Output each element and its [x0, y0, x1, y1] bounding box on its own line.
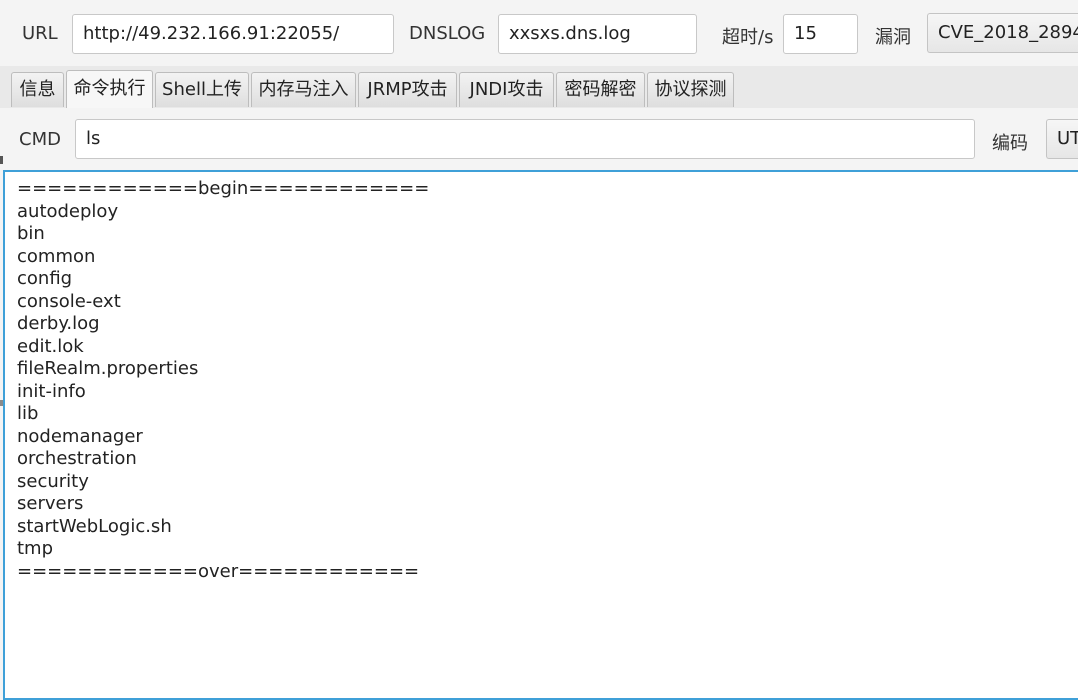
output-line: derby.log — [17, 313, 100, 334]
url-label: URL — [22, 23, 58, 44]
tab-jrmp-attack[interactable]: JRMP攻击 — [358, 72, 457, 107]
cmd-row: CMD ls 编码 UTF — [0, 108, 1078, 170]
tab-protocol-detect[interactable]: 协议探测 — [647, 72, 734, 107]
output-line: autodeploy — [17, 200, 119, 222]
output-line: nodemanager — [17, 425, 143, 447]
output-line: common — [17, 245, 96, 267]
tab-shell-upload[interactable]: Shell上传 — [155, 72, 249, 107]
tab-jndi-attack[interactable]: JNDI攻击 — [459, 72, 554, 107]
cmd-label: CMD — [19, 129, 61, 150]
output-line: bin — [17, 223, 45, 244]
output-line: edit.lok — [17, 335, 84, 357]
encoding-select[interactable]: UTF — [1046, 119, 1078, 159]
tab-info[interactable]: 信息 — [11, 72, 64, 107]
encoding-label: 编码 — [992, 133, 1028, 154]
timeout-label: 超时/s — [722, 27, 774, 48]
tab-command-exec[interactable]: 命令执行 — [66, 70, 153, 108]
timeout-input[interactable]: 15 — [783, 14, 858, 54]
output-line: fileRealm.properties — [17, 358, 199, 379]
tab-password-decrypt[interactable]: 密码解密 — [556, 72, 645, 107]
cmd-input[interactable]: ls — [75, 119, 975, 159]
output-line: init-info — [17, 380, 86, 402]
window-edge-mark — [0, 156, 3, 164]
output-line: lib — [17, 403, 39, 424]
vuln-select[interactable]: CVE_2018_2894_ — [927, 13, 1078, 53]
tab-memshell-inject[interactable]: 内存马注入 — [251, 72, 356, 107]
top-toolbar: URL http://49.232.166.91:22055/ DNSLOG x… — [0, 0, 1078, 66]
output-line: console-ext — [17, 290, 121, 312]
output-line: startWebLogic.sh — [17, 515, 172, 537]
output-textarea[interactable]: ============begin============ autodeploy b… — [3, 170, 1078, 700]
dnslog-input[interactable]: xxsxs.dns.log — [498, 14, 697, 54]
vuln-label: 漏洞 — [875, 27, 911, 48]
output-line: ============begin============ — [17, 178, 430, 199]
dnslog-label: DNSLOG — [409, 23, 486, 44]
tab-strip: 信息 命令执行 Shell上传 内存马注入 JRMP攻击 JNDI攻击 密码解密… — [0, 66, 1078, 109]
output-line: ============over============ — [17, 560, 420, 582]
output-line: tmp — [17, 538, 54, 559]
output-line: servers — [17, 493, 84, 514]
output-line: orchestration — [17, 448, 137, 469]
output-line: config — [17, 268, 73, 289]
output-line: security — [17, 470, 89, 492]
url-input[interactable]: http://49.232.166.91:22055/ — [72, 14, 394, 54]
